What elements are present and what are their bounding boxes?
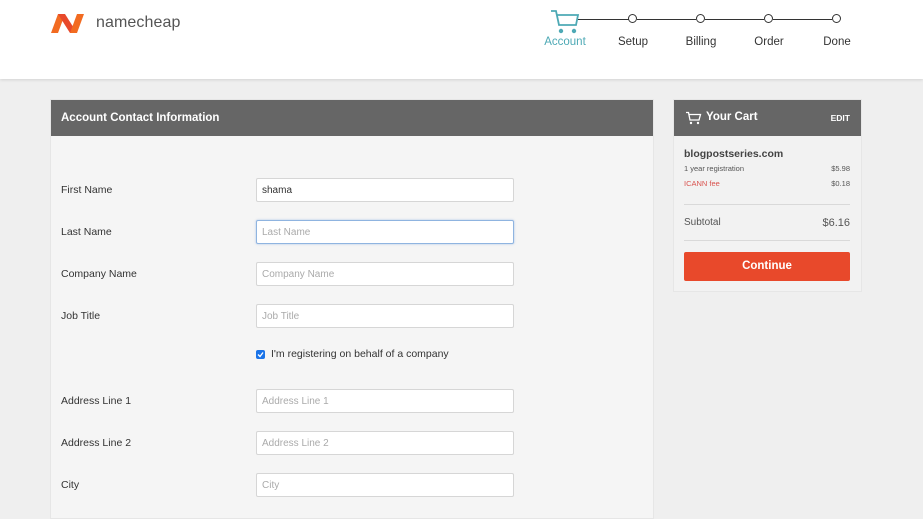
cart-subtotal: Subtotal $6.16	[684, 217, 850, 229]
cart-panel: Your Cart EDIT blogpostseries.com 1 year…	[673, 99, 862, 292]
step-setup: Setup	[617, 36, 649, 48]
step-dot-billing	[696, 14, 705, 23]
step-dot-done	[832, 14, 841, 23]
cart-line-icann-fee: ICANN fee $0.18	[684, 179, 850, 188]
cart-line-registration: 1 year registration $5.98	[684, 164, 850, 173]
city-label: City	[61, 479, 80, 491]
city-input[interactable]	[256, 473, 514, 497]
cart-icon	[686, 111, 702, 125]
checkout-stepper: Account Setup Billing Order Done	[0, 0, 923, 79]
step-done: Done	[823, 36, 851, 48]
company-checkbox-label[interactable]: I'm registering on behalf of a company	[271, 348, 449, 360]
company-checkbox-row[interactable]: I'm registering on behalf of a company	[256, 348, 449, 360]
company-checkbox[interactable]	[256, 349, 265, 359]
step-connector	[637, 19, 696, 20]
subtotal-value: $6.16	[822, 217, 850, 229]
step-billing: Billing	[685, 36, 717, 48]
address1-input[interactable]	[256, 389, 514, 413]
address2-label: Address Line 2	[61, 437, 132, 449]
cart-line-label: ICANN fee	[684, 179, 720, 188]
form-title: Account Contact Information	[51, 100, 653, 136]
continue-button[interactable]: Continue	[684, 252, 850, 281]
job-title-label: Job Title	[61, 310, 101, 322]
first-name-input[interactable]	[256, 178, 514, 202]
cart-divider	[684, 240, 850, 241]
last-name-label: Last Name	[61, 226, 112, 238]
last-name-input[interactable]	[256, 220, 514, 244]
step-dot-order	[764, 14, 773, 23]
cart-line-price: $0.18	[831, 179, 850, 188]
step-connector	[773, 19, 832, 20]
top-header: namecheap Account Setup Billing Order Do…	[0, 0, 923, 79]
address2-row: Address Line 2	[51, 431, 655, 455]
cart-header: Your Cart EDIT	[674, 100, 861, 136]
cart-domain: blogpostseries.com	[684, 148, 784, 160]
cart-title: Your Cart	[706, 111, 758, 123]
last-name-row: Last Name	[51, 220, 655, 244]
job-title-row: Job Title	[51, 304, 655, 328]
cart-divider	[684, 204, 850, 205]
first-name-row: First Name	[51, 178, 655, 202]
subtotal-label: Subtotal	[684, 217, 721, 228]
step-account: Account	[544, 36, 586, 48]
address1-row: Address Line 1	[51, 389, 655, 413]
cart-edit-link[interactable]: EDIT	[831, 113, 850, 123]
cart-line-price: $5.98	[831, 164, 850, 173]
company-name-input[interactable]	[256, 262, 514, 286]
first-name-label: First Name	[61, 184, 113, 196]
address2-input[interactable]	[256, 431, 514, 455]
job-title-input[interactable]	[256, 304, 514, 328]
step-connector	[578, 19, 629, 20]
company-name-row: Company Name	[51, 262, 655, 286]
step-order: Order	[754, 36, 784, 48]
city-row: City	[51, 473, 655, 497]
step-dot-setup	[628, 14, 637, 23]
account-contact-form: Account Contact Information First Name L…	[50, 99, 654, 519]
cart-line-label: 1 year registration	[684, 164, 745, 173]
address1-label: Address Line 1	[61, 395, 132, 407]
step-connector	[705, 19, 764, 20]
company-name-label: Company Name	[61, 268, 137, 280]
